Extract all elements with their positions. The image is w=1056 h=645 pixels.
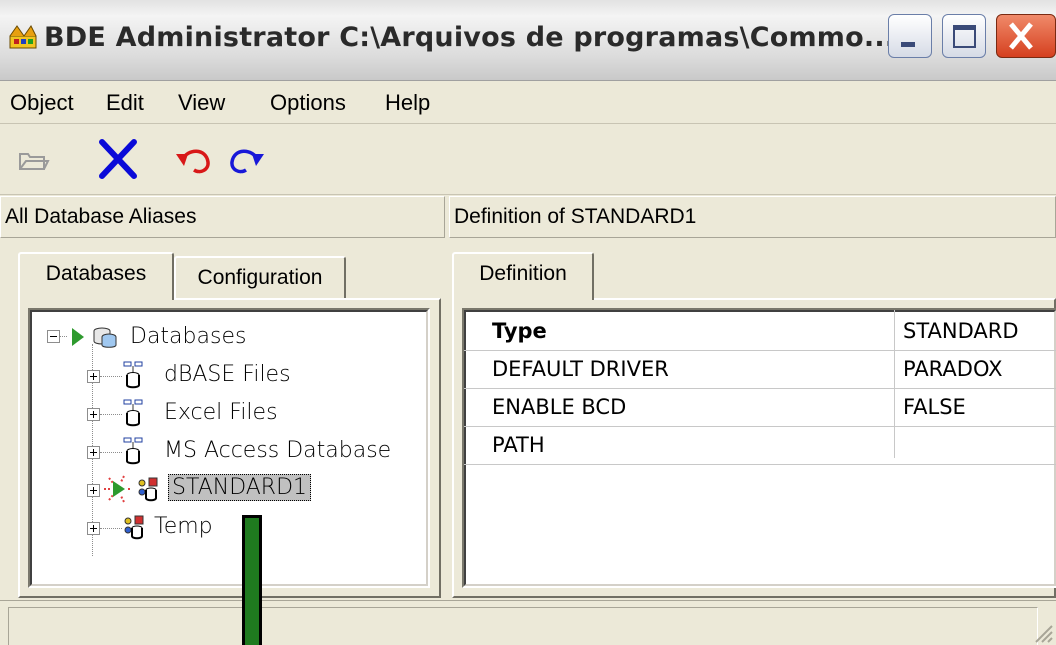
collapse-toggle[interactable] bbox=[47, 330, 60, 343]
close-icon bbox=[1009, 22, 1033, 50]
tab-configuration[interactable]: Configuration bbox=[174, 256, 346, 300]
tree-connector bbox=[100, 376, 122, 378]
grid-value-cell[interactable] bbox=[895, 427, 1055, 464]
title-bar[interactable]: BDE Administrator C:\Arquivos de program… bbox=[0, 0, 1056, 81]
status-panel bbox=[8, 607, 1038, 645]
expand-toggle[interactable] bbox=[87, 408, 100, 421]
window-title: BDE Administrator C:\Arquivos de program… bbox=[44, 22, 896, 53]
menu-help[interactable]: Help bbox=[385, 90, 430, 116]
grid-value-cell[interactable]: STANDARD bbox=[895, 313, 1055, 350]
tab-definition-label: Definition bbox=[479, 262, 567, 285]
tree-item-label: dBASE Files bbox=[164, 362, 291, 387]
delete-x-icon[interactable] bbox=[98, 138, 138, 180]
annotation-arrow bbox=[242, 515, 262, 645]
status-bar bbox=[0, 600, 1056, 645]
menu-options[interactable]: Options bbox=[270, 90, 346, 116]
tree-connector bbox=[100, 414, 122, 416]
undo-icon[interactable] bbox=[174, 146, 214, 176]
left-panel-header: All Database Aliases bbox=[0, 196, 445, 238]
active-connection-icon bbox=[104, 475, 130, 503]
tree-connector bbox=[100, 452, 122, 454]
maximize-icon bbox=[953, 25, 976, 48]
grid-name-cell: ENABLE BCD bbox=[492, 395, 627, 419]
grid-name-cell: DEFAULT DRIVER bbox=[492, 357, 669, 381]
bde-administrator-window: BDE Administrator C:\Arquivos de program… bbox=[0, 0, 1056, 645]
tree-node-root[interactable]: Databases bbox=[40, 320, 420, 356]
tree-item-label: Excel Files bbox=[164, 400, 278, 425]
minimize-icon bbox=[901, 42, 915, 47]
grid-value-cell[interactable]: FALSE bbox=[895, 389, 1055, 426]
tree-node-excel-files[interactable]: Excel Files bbox=[40, 396, 420, 432]
menu-view[interactable]: View bbox=[178, 90, 225, 116]
grid-row[interactable]: Type STANDARD bbox=[464, 313, 1056, 351]
tree-item-label: MS Access Database bbox=[164, 438, 392, 463]
standard-alias-icon bbox=[138, 477, 158, 502]
tab-definition[interactable]: Definition bbox=[452, 252, 594, 300]
resize-grip-icon[interactable] bbox=[1032, 622, 1054, 644]
minimize-button[interactable] bbox=[888, 14, 932, 58]
green-arrow-icon bbox=[72, 328, 84, 346]
tab-databases-label: Databases bbox=[45, 262, 147, 285]
grid-name-cell: Type bbox=[492, 319, 547, 343]
tree-item-label-selected: STANDARD1 bbox=[168, 474, 312, 501]
database-tree[interactable]: Databases dBASE Files Excel Files MS Acc… bbox=[28, 308, 430, 588]
databases-icon bbox=[93, 327, 117, 348]
tab-databases[interactable]: Databases bbox=[18, 252, 174, 300]
maximize-button[interactable] bbox=[942, 14, 986, 58]
right-panel-header: Definition of STANDARD1 bbox=[449, 196, 1056, 238]
tree-node-ms-access[interactable]: MS Access Database bbox=[40, 434, 420, 470]
menu-edit[interactable]: Edit bbox=[106, 90, 144, 116]
tree-root-label: Databases bbox=[130, 324, 247, 349]
definition-grid[interactable]: Type STANDARD DEFAULT DRIVER PARADOX ENA… bbox=[462, 308, 1056, 588]
right-header-label: Definition of STANDARD1 bbox=[454, 205, 697, 228]
open-folder-icon[interactable] bbox=[18, 150, 50, 172]
tree-connector bbox=[100, 528, 122, 530]
bde-app-icon bbox=[9, 25, 37, 49]
database-alias-icon bbox=[123, 361, 143, 389]
tree-node-dbase-files[interactable]: dBASE Files bbox=[40, 358, 420, 394]
grid-value-cell[interactable]: PARADOX bbox=[895, 351, 1055, 388]
standard-alias-icon bbox=[124, 515, 144, 540]
menu-object[interactable]: Object bbox=[10, 90, 74, 116]
tab-configuration-label: Configuration bbox=[197, 266, 323, 289]
expand-toggle[interactable] bbox=[87, 370, 100, 383]
database-alias-icon bbox=[123, 399, 143, 427]
grid-name-cell: PATH bbox=[492, 433, 545, 457]
redo-icon[interactable] bbox=[226, 146, 266, 176]
expand-toggle[interactable] bbox=[87, 446, 100, 459]
expand-toggle[interactable] bbox=[87, 484, 100, 497]
tree-item-label: Temp bbox=[154, 514, 213, 539]
menu-bar: Object Edit View Options Help bbox=[0, 81, 1056, 124]
database-alias-icon bbox=[123, 437, 143, 465]
tree-node-temp[interactable]: Temp bbox=[40, 510, 420, 546]
panel-splitter[interactable] bbox=[445, 196, 449, 645]
grid-row[interactable]: PATH bbox=[464, 427, 1056, 465]
grid-row[interactable]: ENABLE BCD FALSE bbox=[464, 389, 1056, 427]
toolbar bbox=[0, 124, 1056, 195]
grid-row[interactable]: DEFAULT DRIVER PARADOX bbox=[464, 351, 1056, 389]
expand-toggle[interactable] bbox=[87, 522, 100, 535]
left-header-label: All Database Aliases bbox=[5, 205, 197, 228]
close-button[interactable] bbox=[996, 14, 1056, 58]
tree-node-standard1[interactable]: STANDARD1 bbox=[40, 472, 420, 508]
definition-tab-panel: Type STANDARD DEFAULT DRIVER PARADOX ENA… bbox=[452, 298, 1056, 598]
databases-tab-panel: Databases dBASE Files Excel Files MS Acc… bbox=[18, 298, 441, 598]
